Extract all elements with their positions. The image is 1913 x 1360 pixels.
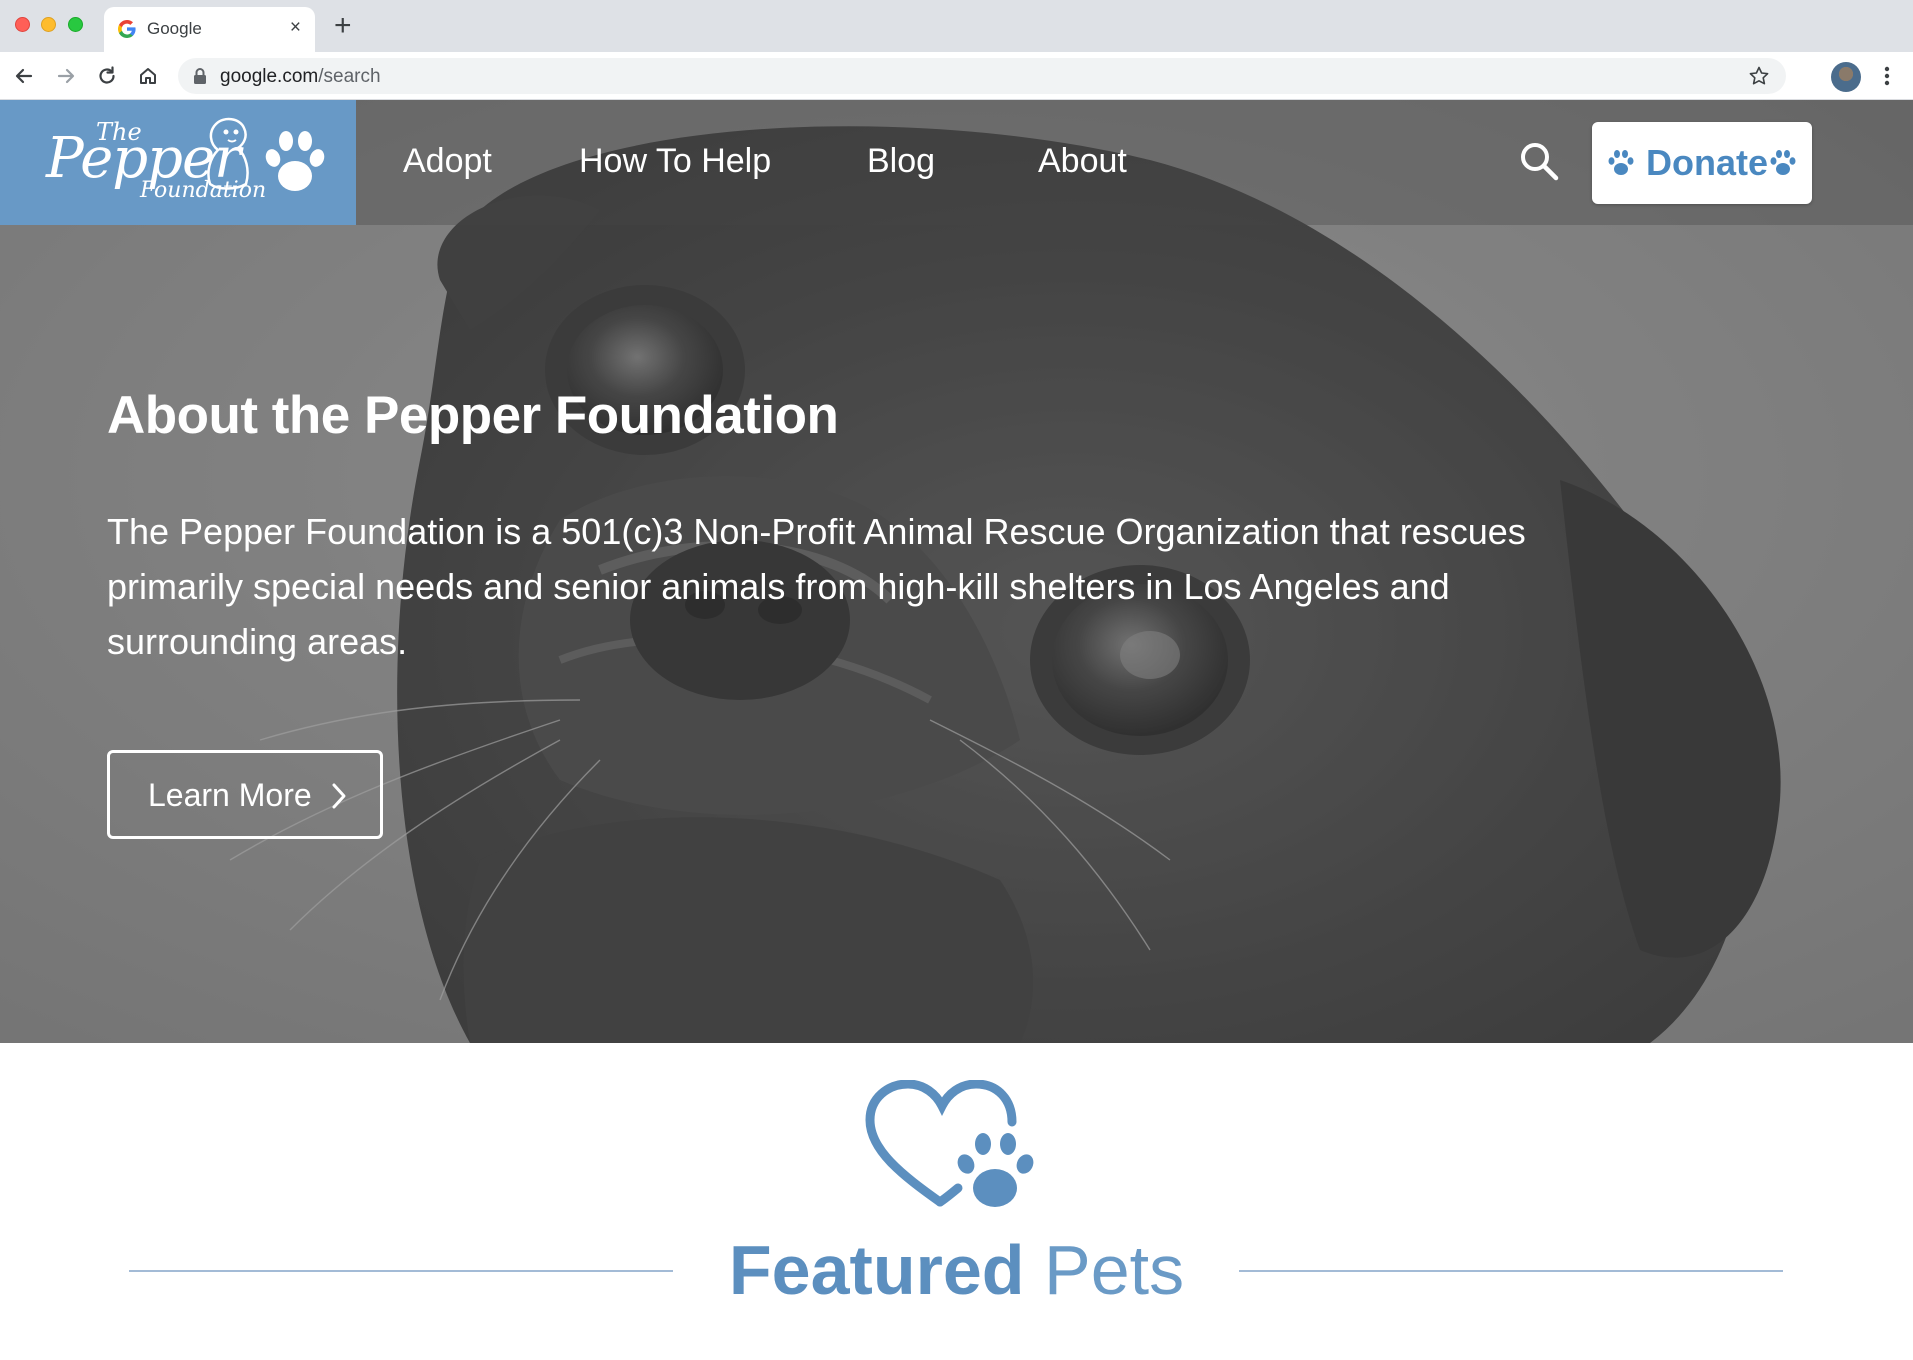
paw-icon <box>1770 150 1796 175</box>
dog-drawing-icon <box>207 117 249 190</box>
bookmark-star-icon[interactable] <box>1748 65 1770 87</box>
heart-paw-icon <box>865 1080 1034 1207</box>
nav-link-blog[interactable]: Blog <box>867 142 935 181</box>
maximize-window-button[interactable] <box>68 17 83 32</box>
pepper-foundation-logo[interactable]: The Pepper Foundation <box>0 100 356 225</box>
chevron-right-icon <box>332 783 346 809</box>
web-page: The Pepper Foundation Adopt How To Help … <box>0 100 1913 1360</box>
donate-label: Donate <box>1646 142 1769 183</box>
paw-icon <box>265 131 325 191</box>
address-bar[interactable]: google.com/search <box>178 58 1786 94</box>
featured-title-strong: Featured <box>728 1231 1025 1309</box>
hero-title: About the Pepper Foundation <box>107 386 839 445</box>
learn-more-label: Learn More <box>148 777 312 813</box>
nav-link-about[interactable]: About <box>1038 142 1127 181</box>
search-icon[interactable] <box>1518 140 1560 182</box>
nav-link-how-to-help[interactable]: How To Help <box>579 142 771 181</box>
tab-close-icon[interactable]: × <box>290 18 301 38</box>
minimize-window-button[interactable] <box>41 17 56 32</box>
browser-tab[interactable]: Google × <box>104 7 315 52</box>
lock-icon <box>194 68 206 84</box>
google-favicon-icon <box>118 20 136 38</box>
learn-more-button[interactable]: Learn More <box>107 750 383 839</box>
forward-arrow-icon[interactable] <box>53 63 79 89</box>
hero-description: The Pepper Foundation is a 501(c)3 Non-P… <box>107 511 1526 662</box>
home-icon[interactable] <box>135 63 161 89</box>
section-divider-right <box>1239 1270 1783 1272</box>
new-tab-button[interactable]: + <box>334 11 352 41</box>
back-arrow-icon[interactable] <box>11 63 37 89</box>
url-text: google.com/search <box>220 66 381 87</box>
site-navbar: The Pepper Foundation Adopt How To Help … <box>0 100 1913 225</box>
hero-section: The Pepper Foundation Adopt How To Help … <box>0 100 1913 1043</box>
close-window-button[interactable] <box>15 17 30 32</box>
nav-link-adopt[interactable]: Adopt <box>403 142 492 181</box>
reload-icon[interactable] <box>94 63 120 89</box>
paw-icon <box>1608 150 1634 175</box>
browser-menu-icon[interactable] <box>1884 66 1890 86</box>
tab-title: Google <box>147 19 202 38</box>
featured-title-light: Pets <box>1044 1231 1185 1309</box>
donate-button[interactable]: Donate <box>1592 122 1812 204</box>
profile-avatar[interactable] <box>1831 62 1861 92</box>
browser-toolbar: google.com/search <box>0 52 1913 100</box>
browser-tab-bar: Google × + <box>0 0 1913 52</box>
